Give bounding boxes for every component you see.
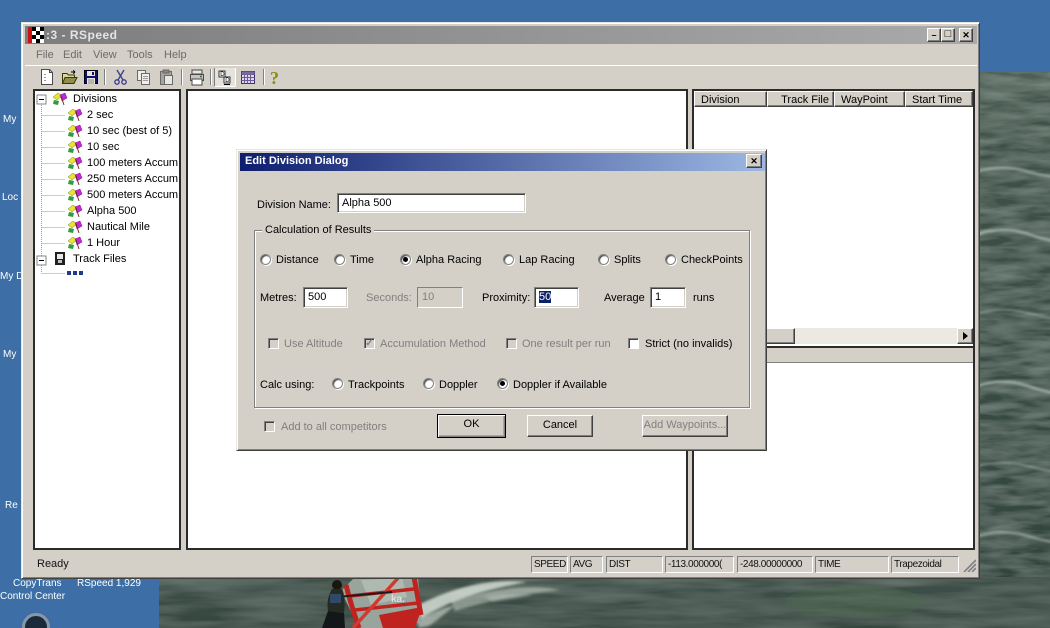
svg-text:?: ? [270,68,279,88]
svg-text:D: D [225,78,230,84]
svg-text:ka.: ka. [391,594,405,605]
